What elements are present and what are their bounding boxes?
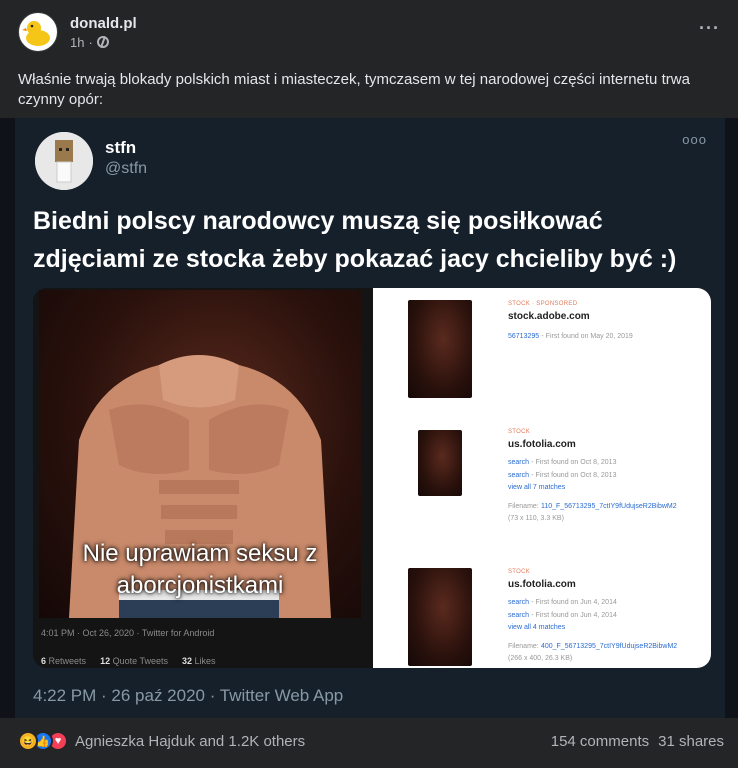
reactors-summary[interactable]: Agnieszka Hajduk and 1.2K others [75,733,305,750]
globe-icon [96,36,109,48]
result-thumbnail [418,430,462,496]
tweet-text: Biedni polscy narodowcy muszą się posiłk… [33,207,677,273]
inner-tweet-meta: 4:01 PM · Oct 26, 2020 · Twitter for And… [41,628,215,638]
page-name[interactable]: donald.pl [70,15,137,32]
result-thumbnail [408,300,472,398]
stock-photo: Nie uprawiam seksu z aborcjonistkami [39,290,361,618]
tweet-avatar [35,132,93,190]
meme-caption: Nie uprawiam seksu z aborcjonistkami [82,540,318,599]
inner-tweet-stats: 6 Retweets 12 Quote Tweets 32 Likes [41,656,216,666]
tweet-collage: Nie uprawiam seksu z aborcjonistkami 4:0… [33,288,711,668]
duck-logo-icon [22,21,50,46]
result-thumbnail [408,568,472,666]
post-time[interactable]: 1h [70,35,84,50]
post-image[interactable]: stfn @stfn ooo Biedni polscy narodowcy m… [0,118,738,718]
shares-count[interactable]: 31 shares [658,733,724,750]
engagement-counts: 154 comments 31 shares [551,733,724,750]
tweet-more-icon: ooo [682,132,707,147]
tweet-footer: 4:22 PM · 26 paź 2020 · Twitter Web App [33,686,344,705]
post-options-button[interactable]: ··· [699,18,720,39]
page-avatar[interactable] [18,12,58,52]
tweet-card: stfn @stfn ooo Biedni polscy narodowcy m… [15,118,725,718]
post-header: donald.pl 1h · [18,12,137,52]
comments-count[interactable]: 154 comments [551,733,649,750]
inner-tweet-screenshot: Nie uprawiam seksu z aborcjonistkami 4:0… [33,288,373,668]
tweet-author-handle: @stfn [105,160,148,177]
tweet-author-name: stfn [105,138,137,157]
separator: · [88,34,93,50]
reactions-bar[interactable]: 😆 👍 ♥ Agnieszka Hajduk and 1.2K others [18,731,305,751]
reverse-image-search-screenshot: STOCK · SPONSORED stock.adobe.com 567132… [373,288,711,668]
post-text: Właśnie trwają blokady polskich miast i … [18,71,690,108]
post-timestamp[interactable]: 1h · [70,35,137,50]
haha-reaction-icon: 😆 [18,731,38,751]
